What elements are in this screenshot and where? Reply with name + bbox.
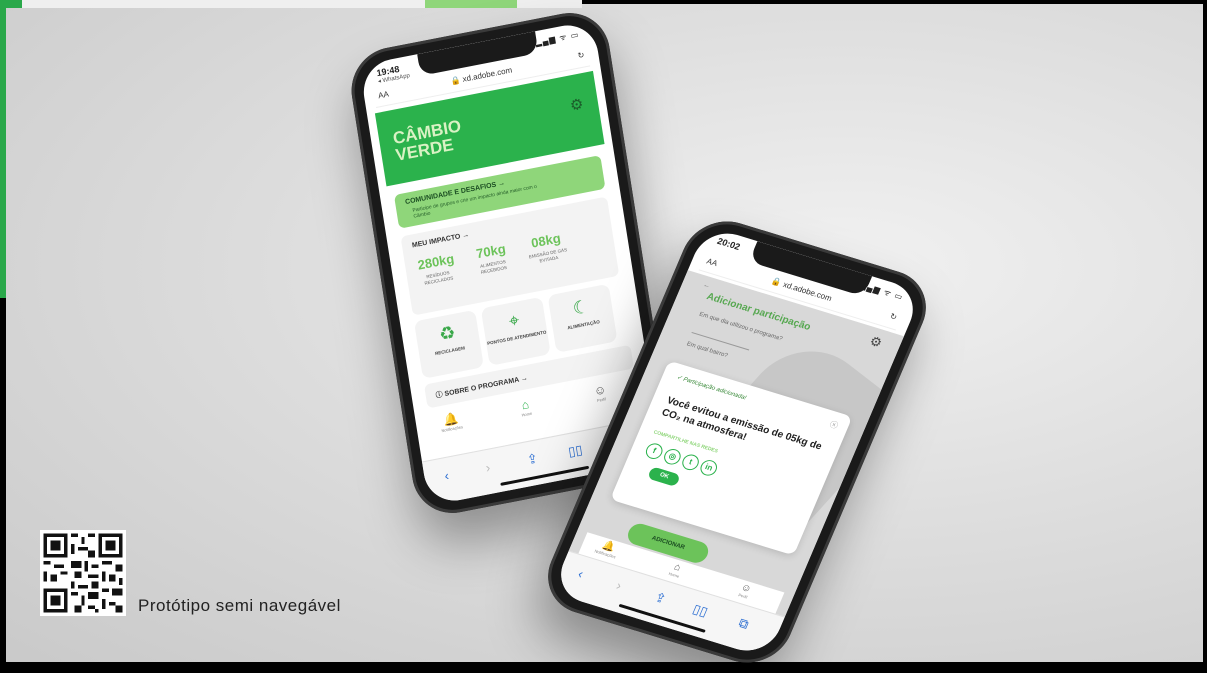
top-strip-green-left — [0, 0, 22, 8]
status-time: 20:02 — [715, 235, 742, 252]
prototype-caption: Protótipo semi navegável — [138, 596, 341, 615]
frame-edge-left — [0, 298, 6, 666]
frame-edge-top — [582, 0, 1207, 4]
close-icon[interactable]: ⓧ — [828, 419, 840, 432]
impact-title: MEU IMPACTO → — [411, 231, 470, 250]
impact-stat-food: 70kg ALIMENTOS RECEBIDOS — [465, 239, 519, 278]
linkedin-icon[interactable]: in — [697, 458, 720, 478]
top-strip-green-right — [425, 0, 517, 8]
left-green-band — [0, 8, 6, 298]
app-title: CÂMBIO VERDE — [391, 116, 463, 165]
tile-food[interactable]: ☾ ALIMENTAÇÃO — [547, 283, 618, 353]
top-strip — [0, 0, 582, 8]
reload-icon[interactable]: ↻ — [577, 50, 585, 60]
ok-button[interactable]: OK — [647, 466, 681, 488]
settings-gear-icon[interactable]: ⚙ — [569, 95, 585, 114]
facebook-icon[interactable]: f — [643, 441, 666, 461]
tab-home[interactable]: ⌂ Home — [500, 393, 552, 421]
tab-notifications[interactable]: 🔔 Notificações — [425, 408, 477, 436]
signal-icons: ▂▄▆ ᯤ ▭ — [534, 29, 580, 48]
share-icon[interactable]: ⇪ — [526, 450, 539, 468]
frame-edge-bottom — [0, 662, 1207, 666]
bookmarks-icon[interactable]: ▯▯ — [567, 442, 584, 461]
share-icon[interactable]: ⇪ — [652, 589, 668, 607]
back-arrow-icon[interactable]: ‹ — [576, 566, 586, 581]
tabs-icon[interactable]: ⧉ — [736, 615, 751, 633]
instagram-icon[interactable]: ◎ — [661, 447, 684, 467]
tile-service-points[interactable]: ⌖ PONTOS DE ATENDIMENTO — [480, 296, 551, 366]
mockup-background: 19:48 ◂ WhatsApp ▂▄▆ ᯤ ▭ AA 🔒 xd.adobe.c… — [0, 0, 1207, 673]
forward-arrow-icon[interactable]: › — [614, 578, 624, 593]
tile-recycling[interactable]: ♻ RECICLAGEM — [413, 309, 484, 379]
about-title: ⓘ SOBRE O PROGRAMA → — [435, 374, 529, 400]
impact-stat-emission: 08kg EMISSÃO DE GÁS EVITADA — [520, 228, 574, 267]
forward-arrow-icon[interactable]: › — [485, 460, 492, 476]
twitter-icon[interactable]: t — [679, 452, 702, 473]
qr-code-image[interactable] — [40, 530, 126, 616]
back-arrow-icon[interactable]: ‹ — [443, 468, 450, 484]
bookmarks-icon[interactable]: ▯▯ — [690, 601, 711, 620]
home-indicator[interactable] — [500, 465, 590, 486]
frame-edge-right — [1203, 0, 1207, 666]
impact-stat-recycled: 280kg RESÍDUOS RECICLADOS — [410, 250, 464, 289]
